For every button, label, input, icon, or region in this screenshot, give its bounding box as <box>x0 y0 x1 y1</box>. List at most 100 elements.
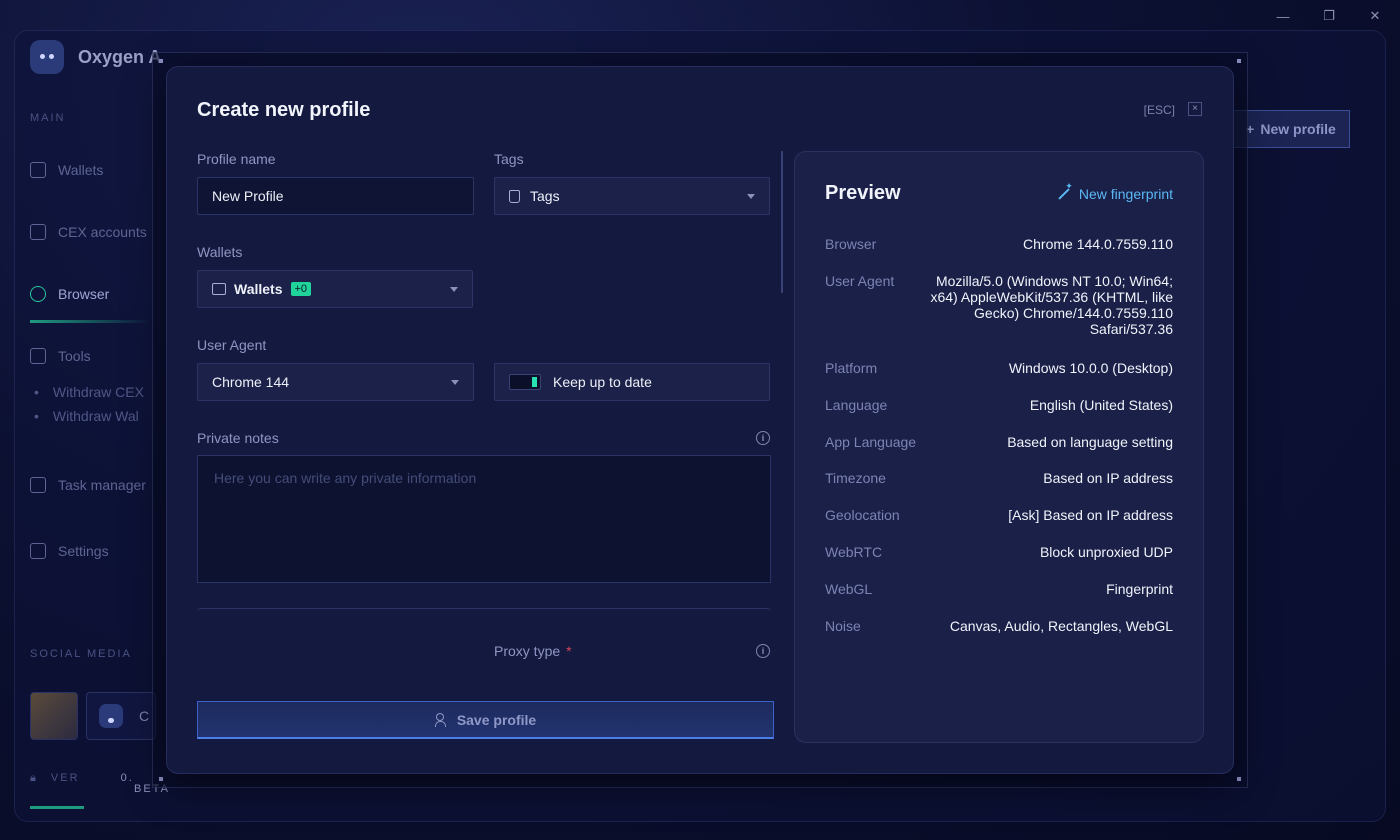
preview-value: Block unproxied UDP <box>1039 544 1173 560</box>
preview-key: Noise <box>825 618 861 634</box>
required-mark: * <box>566 643 572 659</box>
social-link-oxygen[interactable]: C <box>86 692 156 740</box>
layers-icon <box>30 224 46 240</box>
user-agent-label: User Agent <box>197 337 267 353</box>
preview-row-geolocation: Geolocation [Ask] Based on IP address <box>825 507 1173 523</box>
close-window-icon[interactable]: ✕ <box>1356 6 1394 26</box>
wallet-icon <box>212 283 226 295</box>
chevron-down-icon <box>450 287 458 292</box>
new-profile-button[interactable]: + New profile <box>1232 110 1350 148</box>
preview-value: Based on language setting <box>1007 434 1173 450</box>
user-agent-select[interactable]: Chrome 144 <box>197 363 474 401</box>
sidebar-item-task-manager[interactable]: Task manager <box>30 477 146 493</box>
sidebar-item-cex-accounts[interactable]: CEX accounts <box>30 224 147 240</box>
proxy-type-label: Proxy type * <box>494 643 572 659</box>
tags-select[interactable]: Tags <box>494 177 770 215</box>
active-indicator <box>30 320 150 323</box>
tags-label: Tags <box>494 151 524 167</box>
private-notes-textarea[interactable]: Here you can write any private informati… <box>197 455 771 583</box>
new-profile-label: New profile <box>1260 121 1336 137</box>
new-fingerprint-label: New fingerprint <box>1078 186 1173 202</box>
private-notes-placeholder: Here you can write any private informati… <box>214 470 477 486</box>
window-controls: — ❐ ✕ <box>1264 6 1394 26</box>
avatar[interactable] <box>30 692 78 740</box>
profile-name-value: New Profile <box>212 188 284 204</box>
preview-value: English (United States) <box>1029 397 1173 413</box>
esc-hint: [ESC] <box>1143 103 1175 117</box>
preview-key: Language <box>825 397 888 413</box>
create-profile-modal: Create new profile [ESC] × Profile name … <box>166 66 1234 774</box>
globe-icon <box>30 286 46 302</box>
sliders-icon <box>30 543 46 559</box>
preview-row-platform: Platform Windows 10.0.0 (Desktop) <box>825 360 1173 376</box>
wallets-select[interactable]: Wallets +0 <box>197 270 473 308</box>
social-links: C <box>30 692 156 740</box>
sidebar-subitem-withdraw-cex[interactable]: Withdraw CEX <box>34 384 144 400</box>
preview-value: Fingerprint <box>1106 581 1173 597</box>
task-icon <box>30 477 46 493</box>
sidebar-item-label: Wallets <box>58 162 104 178</box>
preview-key: User Agent <box>825 273 895 289</box>
private-notes-label: Private notes <box>197 430 279 446</box>
chevron-down-icon <box>747 194 755 199</box>
tags-value: Tags <box>530 188 560 204</box>
sidebar-item-label: Browser <box>58 286 110 302</box>
user-plus-icon <box>434 712 449 727</box>
new-fingerprint-button[interactable]: New fingerprint <box>1055 181 1173 202</box>
wallets-value: Wallets <box>234 281 283 297</box>
preview-value: [Ask] Based on IP address <box>1008 507 1173 523</box>
close-icon[interactable]: × <box>1188 102 1202 116</box>
corner-mark <box>1237 59 1241 63</box>
preview-value: Chrome 144.0.7559.110 <box>1023 236 1173 252</box>
sidebar-item-label: Settings <box>58 543 109 559</box>
preview-value: Mozilla/5.0 (Windows NT 10.0; Win64; x64… <box>930 273 1173 337</box>
preview-row-timezone: Timezone Based on IP address <box>825 470 1173 486</box>
preview-title: Preview <box>825 182 901 204</box>
lock-icon: 🔒︎ <box>30 772 38 784</box>
preview-key: Browser <box>825 236 877 252</box>
sidebar-item-label: Task manager <box>58 477 146 493</box>
restore-icon[interactable]: ❐ <box>1310 6 1348 26</box>
info-icon[interactable]: i <box>756 431 770 445</box>
user-agent-value: Chrome 144 <box>212 374 290 390</box>
version-indicator <box>30 806 84 809</box>
profile-name-label: Profile name <box>197 151 276 167</box>
preview-key: Platform <box>825 360 878 376</box>
section-social-title: SOCIAL MEDIA <box>30 648 132 660</box>
wallet-icon <box>30 162 46 178</box>
preview-row-webrtc: WebRTC Block unproxied UDP <box>825 544 1173 560</box>
version-value: 0. <box>120 772 134 784</box>
info-icon[interactable]: i <box>756 644 770 658</box>
sidebar-item-label: Tools <box>58 348 91 364</box>
preview-key: App Language <box>825 434 917 450</box>
section-main-title: MAIN <box>30 112 66 124</box>
preview-row-language: Language English (United States) <box>825 397 1173 413</box>
preview-row-browser: Browser Chrome 144.0.7559.110 <box>825 236 1173 252</box>
form-scrollbar[interactable] <box>781 151 783 293</box>
logo-icon <box>30 40 64 74</box>
app-name: Oxygen A <box>78 46 162 67</box>
preview-row-app-language: App Language Based on language setting <box>825 434 1173 450</box>
preview-value: Based on IP address <box>1043 470 1173 486</box>
version-label: VER <box>50 772 80 784</box>
sidebar-item-settings[interactable]: Settings <box>30 543 109 559</box>
sidebar-item-wallets[interactable]: Wallets <box>30 162 103 178</box>
wallets-label: Wallets <box>197 244 243 260</box>
sidebar-item-tools[interactable]: Tools <box>30 348 91 364</box>
save-profile-button[interactable]: Save profile <box>197 701 774 739</box>
wallet-count-badge: +0 <box>290 282 312 296</box>
toggle-switch[interactable] <box>509 374 541 390</box>
modal-title: Create new profile <box>197 99 371 121</box>
sidebar-subitem-withdraw-wallets[interactable]: Withdraw Wal <box>34 408 139 424</box>
keep-up-to-date-label: Keep up to date <box>553 374 652 390</box>
keep-up-to-date-toggle[interactable]: Keep up to date <box>494 363 770 401</box>
save-profile-label: Save profile <box>456 711 537 728</box>
sidebar-item-browser[interactable]: Browser <box>30 286 109 302</box>
profile-name-input[interactable]: New Profile <box>197 177 474 215</box>
logo: Oxygen A <box>30 40 161 74</box>
tag-icon <box>509 189 520 203</box>
social-link-label: C <box>139 708 150 724</box>
minimize-icon[interactable]: — <box>1264 6 1302 26</box>
preview-row-noise: Noise Canvas, Audio, Rectangles, WebGL <box>825 618 1173 634</box>
preview-key: WebGL <box>825 581 873 597</box>
